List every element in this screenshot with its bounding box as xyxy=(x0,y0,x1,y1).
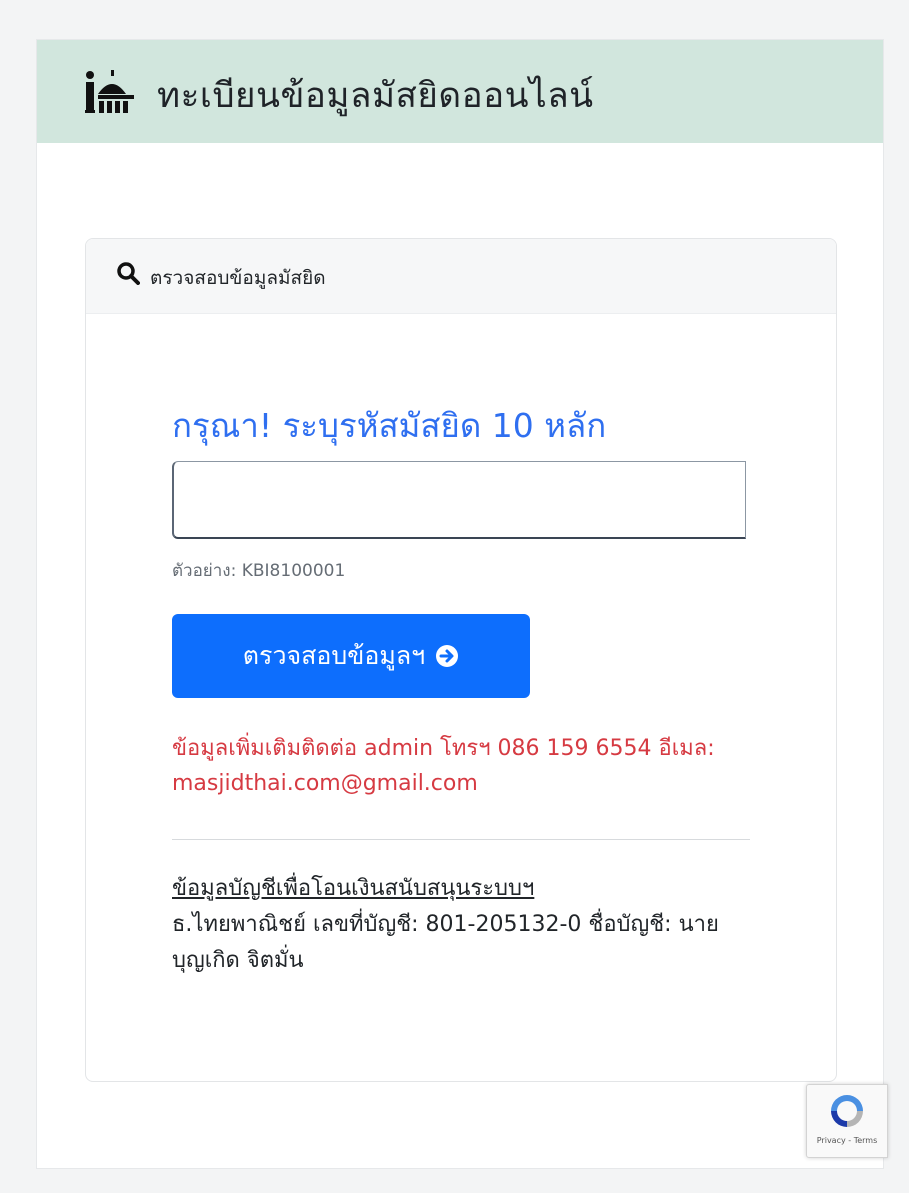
recaptcha-links[interactable]: Privacy - Terms xyxy=(807,1136,887,1145)
contact-info: ข้อมูลเพิ่มเติมติดต่อ admin โทรฯ 086 159… xyxy=(172,736,715,796)
recaptcha-icon xyxy=(831,1095,863,1127)
card-header-title: ตรวจสอบข้อมูลมัสยิด xyxy=(150,267,326,289)
mosque-code-input[interactable] xyxy=(172,461,746,539)
search-icon xyxy=(117,262,140,285)
recaptcha-badge[interactable]: Privacy - Terms xyxy=(806,1084,888,1158)
arrow-right-circle-icon xyxy=(436,645,459,667)
input-hint: ตัวอย่าง: KBI8100001 xyxy=(172,561,346,581)
divider xyxy=(172,839,750,840)
bank-info-detail: ธ.ไทยพาณิชย์ เลขที่บัญชี: 801-205132-0 ช… xyxy=(172,912,719,973)
header-bar: ทะเบียนข้อมูลมัสยิดออนไลน์ xyxy=(37,40,883,143)
check-card: ตรวจสอบข้อมูลมัสยิด กรุณา! ระบุรหัสมัสยิ… xyxy=(85,238,837,1082)
bank-info-title: ข้อมูลบัญชีเพื่อโอนเงินสนับสนุนระบบฯ xyxy=(172,876,535,901)
main-container: ทะเบียนข้อมูลมัสยิดออนไลน์ ตรวจสอบข้อมูล… xyxy=(37,40,883,1168)
info-mosque-icon xyxy=(85,70,134,113)
mosque-code-prompt: กรุณา! ระบุรหัสมัสยิด 10 หลัก xyxy=(172,406,607,445)
check-button[interactable]: ตรวจสอบข้อมูลฯ xyxy=(172,614,530,698)
card-header: ตรวจสอบข้อมูลมัสยิด xyxy=(86,239,836,314)
site-title: ทะเบียนข้อมูลมัสยิดออนไลน์ xyxy=(157,76,594,116)
bank-info: ข้อมูลบัญชีเพื่อโอนเงินสนับสนุนระบบฯ ธ.ไ… xyxy=(172,871,732,979)
check-button-label: ตรวจสอบข้อมูลฯ xyxy=(242,641,426,670)
